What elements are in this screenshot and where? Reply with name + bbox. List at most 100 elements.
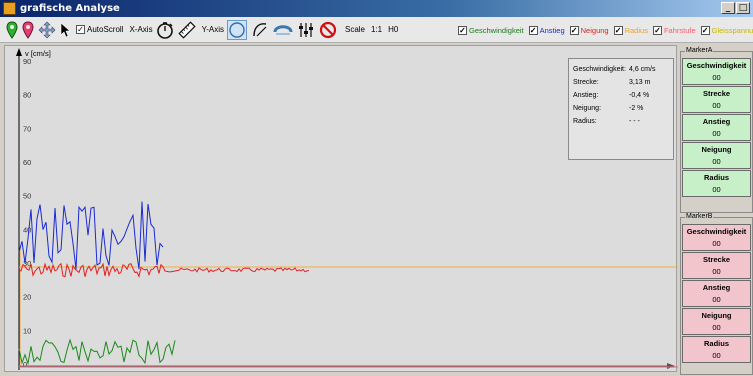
legend-checkbox[interactable]: ✓ xyxy=(613,25,623,35)
field-label: Radius xyxy=(703,173,729,182)
marker-b-field[interactable]: Anstieg 00 xyxy=(682,280,751,307)
y-tick-label: 80 xyxy=(23,91,31,100)
marker-green-pin-icon[interactable] xyxy=(6,20,18,40)
field-label: Geschwindigkeit xyxy=(686,227,747,236)
field-value: 00 xyxy=(712,185,721,194)
field-value: 00 xyxy=(712,73,721,82)
field-value: 00 xyxy=(712,239,721,248)
info-key: Geschwindigkeit: xyxy=(573,66,626,73)
legend-checkbox[interactable]: ✓ xyxy=(652,25,662,35)
scale-value[interactable]: 1:1 xyxy=(371,25,382,34)
field-value: 00 xyxy=(712,323,721,332)
autoscroll-label: AutoScroll xyxy=(87,25,124,34)
marker-red-pin-icon[interactable] xyxy=(22,20,34,40)
marker-b-field[interactable]: Strecke 00 xyxy=(682,252,751,279)
y-tick-label: 20 xyxy=(23,293,31,302)
marker-b-field[interactable]: Geschwindigkeit 00 xyxy=(682,224,751,251)
legend-label: Geschwindigkeit xyxy=(469,25,524,35)
info-row: Radius: - - - xyxy=(573,115,669,128)
field-label: Anstieg xyxy=(702,117,731,126)
marker-a-field[interactable]: Radius 00 xyxy=(682,170,751,197)
y-axis-title: v [cm/s] xyxy=(25,49,51,58)
field-label: Geschwindigkeit xyxy=(686,61,747,70)
field-label: Neigung xyxy=(701,311,732,320)
minimize-button[interactable]: _ xyxy=(721,2,735,14)
field-value: 00 xyxy=(712,157,721,166)
info-value: 4,6 cm/s xyxy=(629,66,656,73)
field-label: Strecke xyxy=(702,89,731,98)
maximize-button[interactable]: □ xyxy=(736,2,750,14)
legend-item-anstieg[interactable]: ✓ Anstieg xyxy=(528,25,565,35)
info-key: Anstieg: xyxy=(573,92,599,99)
field-value: 00 xyxy=(712,129,721,138)
marker-panel: MarkerA Geschwindigkeit 00 Strecke 00 Anst… xyxy=(679,45,753,376)
yaxis-label: Y-Axis xyxy=(201,25,224,34)
field-label: Neigung xyxy=(701,145,732,154)
info-key: Radius: xyxy=(573,118,597,125)
marker-b-field[interactable]: Neigung 00 xyxy=(682,308,751,335)
legend-item-geschwindigkeit[interactable]: ✓ Geschwindigkeit xyxy=(458,25,524,35)
legend-label: Fahrstufe xyxy=(663,25,696,35)
autoscroll-checkbox[interactable]: ✓ xyxy=(76,25,85,34)
info-row: Strecke: 3,13 m xyxy=(573,76,669,89)
pointer-cursor-icon[interactable] xyxy=(60,20,72,40)
info-value: - - - xyxy=(629,118,640,125)
field-label: Radius xyxy=(703,339,729,348)
field-label: Strecke xyxy=(702,255,731,264)
field-value: 00 xyxy=(712,267,721,276)
legend-label: Gleisspannu xyxy=(711,25,753,35)
legend-checkbox[interactable]: ✓ xyxy=(700,25,710,35)
marker-a-field[interactable]: Geschwindigkeit 00 xyxy=(682,58,751,85)
info-value: 3,13 m xyxy=(629,79,651,86)
field-value: 00 xyxy=(712,351,721,360)
info-row: Neigung: -2 % xyxy=(573,102,669,115)
marker-b-title: MarkerB xyxy=(685,213,714,220)
legend-label: Neigung xyxy=(580,25,609,35)
link-track-icon[interactable] xyxy=(273,20,293,40)
marker-a-field[interactable]: Anstieg 00 xyxy=(682,114,751,141)
stopwatch-icon[interactable] xyxy=(156,20,174,40)
window-title: grafische Analyse xyxy=(20,3,120,14)
legend-checkbox[interactable]: ✓ xyxy=(458,25,467,35)
series-neigung-line xyxy=(18,262,310,278)
marker-a-field[interactable]: Strecke 00 xyxy=(682,86,751,113)
marker-a-group: MarkerA Geschwindigkeit 00 Strecke 00 Anst… xyxy=(680,47,753,213)
stop-forbidden-icon[interactable] xyxy=(319,20,337,40)
info-value: -2 % xyxy=(629,105,644,112)
legend-item-fahrstufe[interactable]: ✓ Fahrstufe xyxy=(652,25,696,35)
series-geschwindigkeit-line xyxy=(18,338,176,366)
legend-item-gleisspannung[interactable]: ✓ Gleisspannu xyxy=(700,25,753,35)
y-tick-label: 90 xyxy=(23,57,31,66)
y-tick-label: 70 xyxy=(23,124,31,133)
marker-b-field[interactable]: Radius 00 xyxy=(682,336,751,363)
field-value: 00 xyxy=(712,101,721,110)
y-tick-label: 50 xyxy=(23,192,31,201)
info-key: Strecke: xyxy=(573,79,599,86)
xaxis-label: X-Axis xyxy=(129,25,153,34)
legend-item-neigung[interactable]: ✓ Neigung xyxy=(569,25,609,35)
field-value: 00 xyxy=(712,295,721,304)
field-label: Anstieg xyxy=(702,283,731,292)
y-tick-label: 10 xyxy=(23,326,31,335)
curve-tool-icon[interactable] xyxy=(251,20,269,40)
zoom-circle-icon[interactable] xyxy=(226,19,247,40)
legend-checkbox[interactable]: ✓ xyxy=(528,25,538,35)
legend-item-radius[interactable]: ✓ Radius xyxy=(613,25,648,35)
plot-area[interactable]: 90 80 70 60 50 40 30 20 10 0 v [cm/s] Geschwindig… xyxy=(4,45,678,372)
series-legend: ✓ Geschwindigkeit ✓ Anstieg ✓ Neigung ✓ … xyxy=(458,17,753,43)
info-row: Anstieg: -0,4 % xyxy=(573,89,669,102)
h0-label[interactable]: H0 xyxy=(388,25,398,34)
marker-a-field[interactable]: Neigung 00 xyxy=(682,142,751,169)
title-bar: grafische Analyse _ □ xyxy=(0,0,753,17)
marker-b-group: MarkerB Geschwindigkeit 00 Strecke 00 Anst… xyxy=(680,213,753,375)
legend-checkbox[interactable]: ✓ xyxy=(569,25,579,35)
info-key: Neigung: xyxy=(573,105,602,112)
cursor-info-box: Geschwindigkeit: 4,6 cm/s Strecke: 3,13 m … xyxy=(568,58,674,160)
ruler-icon[interactable] xyxy=(177,20,196,40)
filter-sliders-icon[interactable] xyxy=(297,20,315,40)
legend-label: Anstieg xyxy=(539,25,565,35)
x-axis-arrow-icon xyxy=(667,363,675,369)
pan-move-icon[interactable] xyxy=(38,20,56,40)
info-value: -0,4 % xyxy=(629,92,650,99)
marker-a-title: MarkerA xyxy=(685,47,714,54)
